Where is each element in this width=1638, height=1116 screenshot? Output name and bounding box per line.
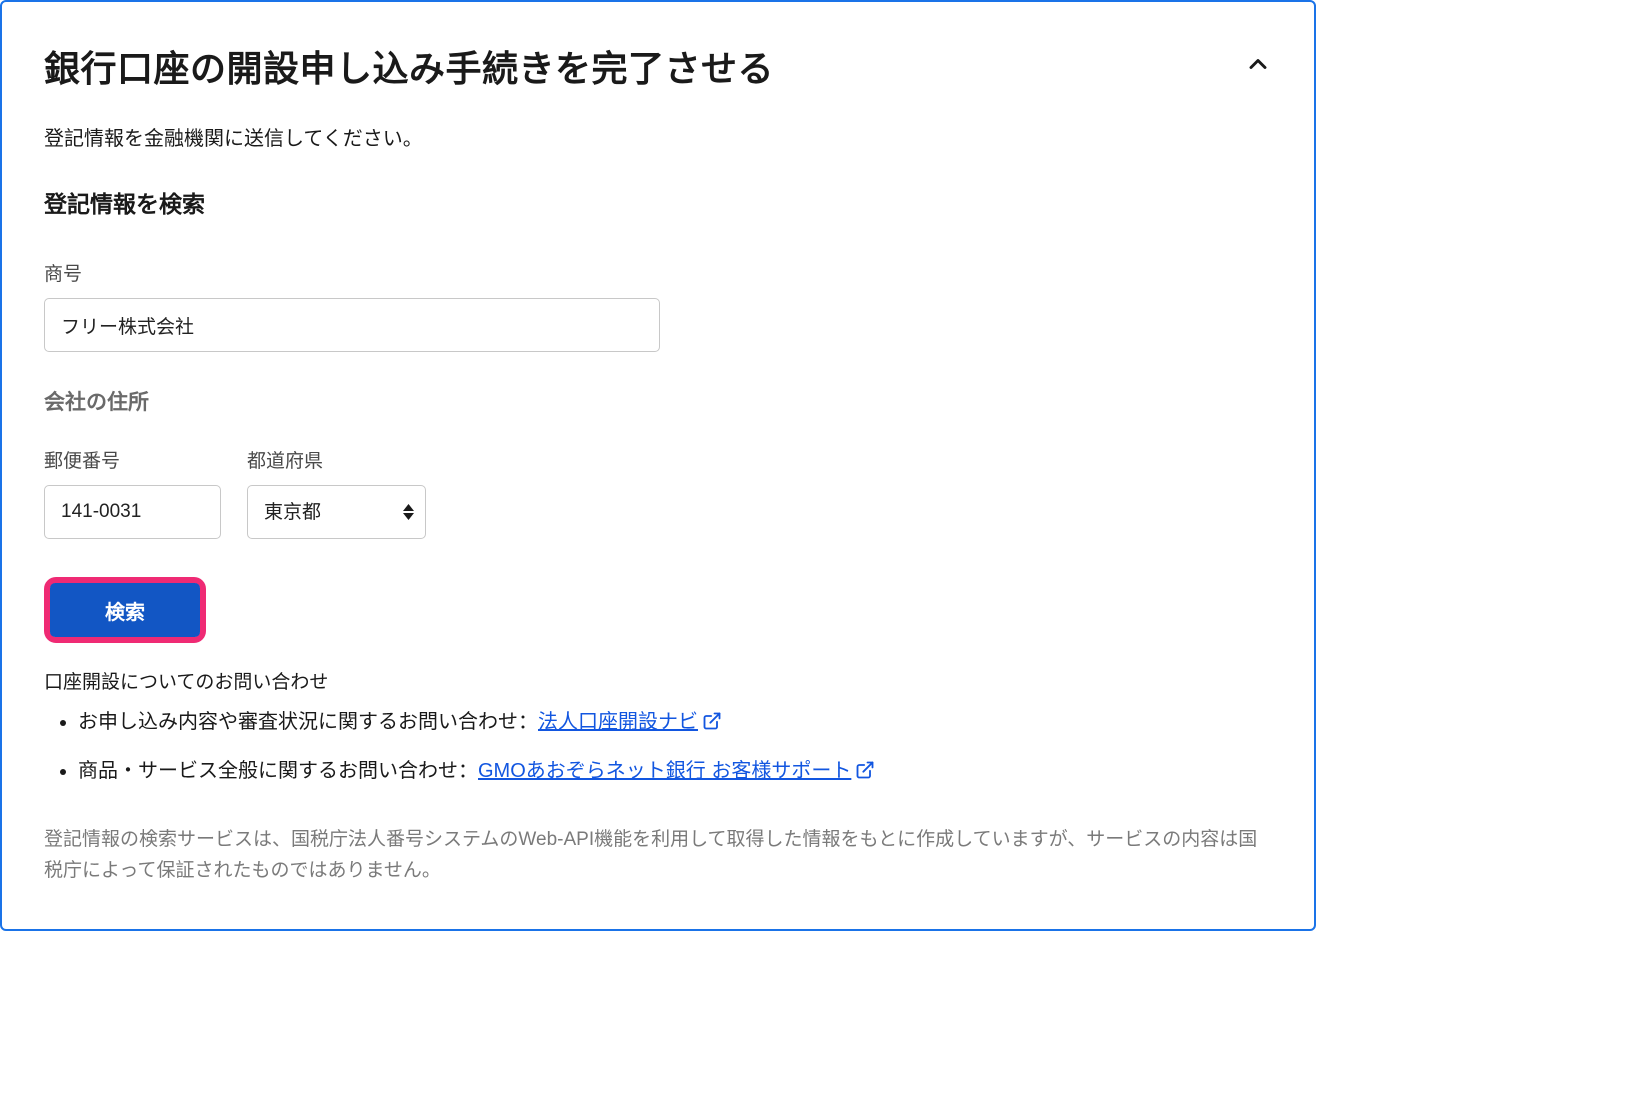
contact-heading: 口座開設についてのお問い合わせ xyxy=(44,667,1272,694)
company-name-input[interactable] xyxy=(44,298,660,352)
prefecture-field-group: 都道府県 東京都 xyxy=(247,446,426,539)
contact-link-gmo-support[interactable]: GMOあおぞらネット銀行 お客様サポート xyxy=(478,760,875,782)
page-title: 銀行口座の開設申し込み手続きを完了させる xyxy=(44,40,774,92)
postal-input[interactable] xyxy=(44,485,221,539)
address-heading: 会社の住所 xyxy=(44,386,1272,416)
chevron-up-icon[interactable] xyxy=(1244,50,1272,83)
contact-item-prefix: お申し込み内容や審査状況に関するお問い合わせ： xyxy=(78,711,538,733)
postal-label: 郵便番号 xyxy=(44,446,221,473)
header-row: 銀行口座の開設申し込み手続きを完了させる xyxy=(44,40,1272,92)
disclaimer-text: 登記情報の検索サービスは、国税庁法人番号システムのWeb-API機能を利用して取… xyxy=(44,824,1272,887)
list-item: 商品・サービス全般に関するお問い合わせ：GMOあおぞらネット銀行 お客様サポート xyxy=(78,755,1272,790)
prefecture-label: 都道府県 xyxy=(247,446,426,473)
external-link-icon xyxy=(702,709,722,741)
instruction-text: 登記情報を金融機関に送信してください。 xyxy=(44,122,1272,151)
list-item: お申し込み内容や審査状況に関するお問い合わせ：法人口座開設ナビ xyxy=(78,706,1272,741)
company-name-field-group: 商号 xyxy=(44,259,1272,352)
search-heading: 登記情報を検索 xyxy=(44,185,1272,219)
contact-list: お申し込み内容や審査状況に関するお問い合わせ：法人口座開設ナビ 商品・サービス全… xyxy=(44,706,1272,790)
contact-link-navi[interactable]: 法人口座開設ナビ xyxy=(538,711,722,733)
bank-account-panel: 銀行口座の開設申し込み手続きを完了させる 登記情報を金融機関に送信してください。… xyxy=(0,0,1316,931)
external-link-icon xyxy=(855,758,875,790)
postal-field-group: 郵便番号 xyxy=(44,446,221,539)
contact-item-prefix: 商品・サービス全般に関するお問い合わせ： xyxy=(78,760,478,782)
search-button[interactable]: 検索 xyxy=(50,583,200,637)
prefecture-select-wrapper: 東京都 xyxy=(247,485,426,539)
address-row: 郵便番号 都道府県 東京都 xyxy=(44,446,1272,539)
search-button-highlight: 検索 xyxy=(44,577,206,643)
company-name-label: 商号 xyxy=(44,259,1272,286)
prefecture-select[interactable]: 東京都 xyxy=(247,485,426,539)
